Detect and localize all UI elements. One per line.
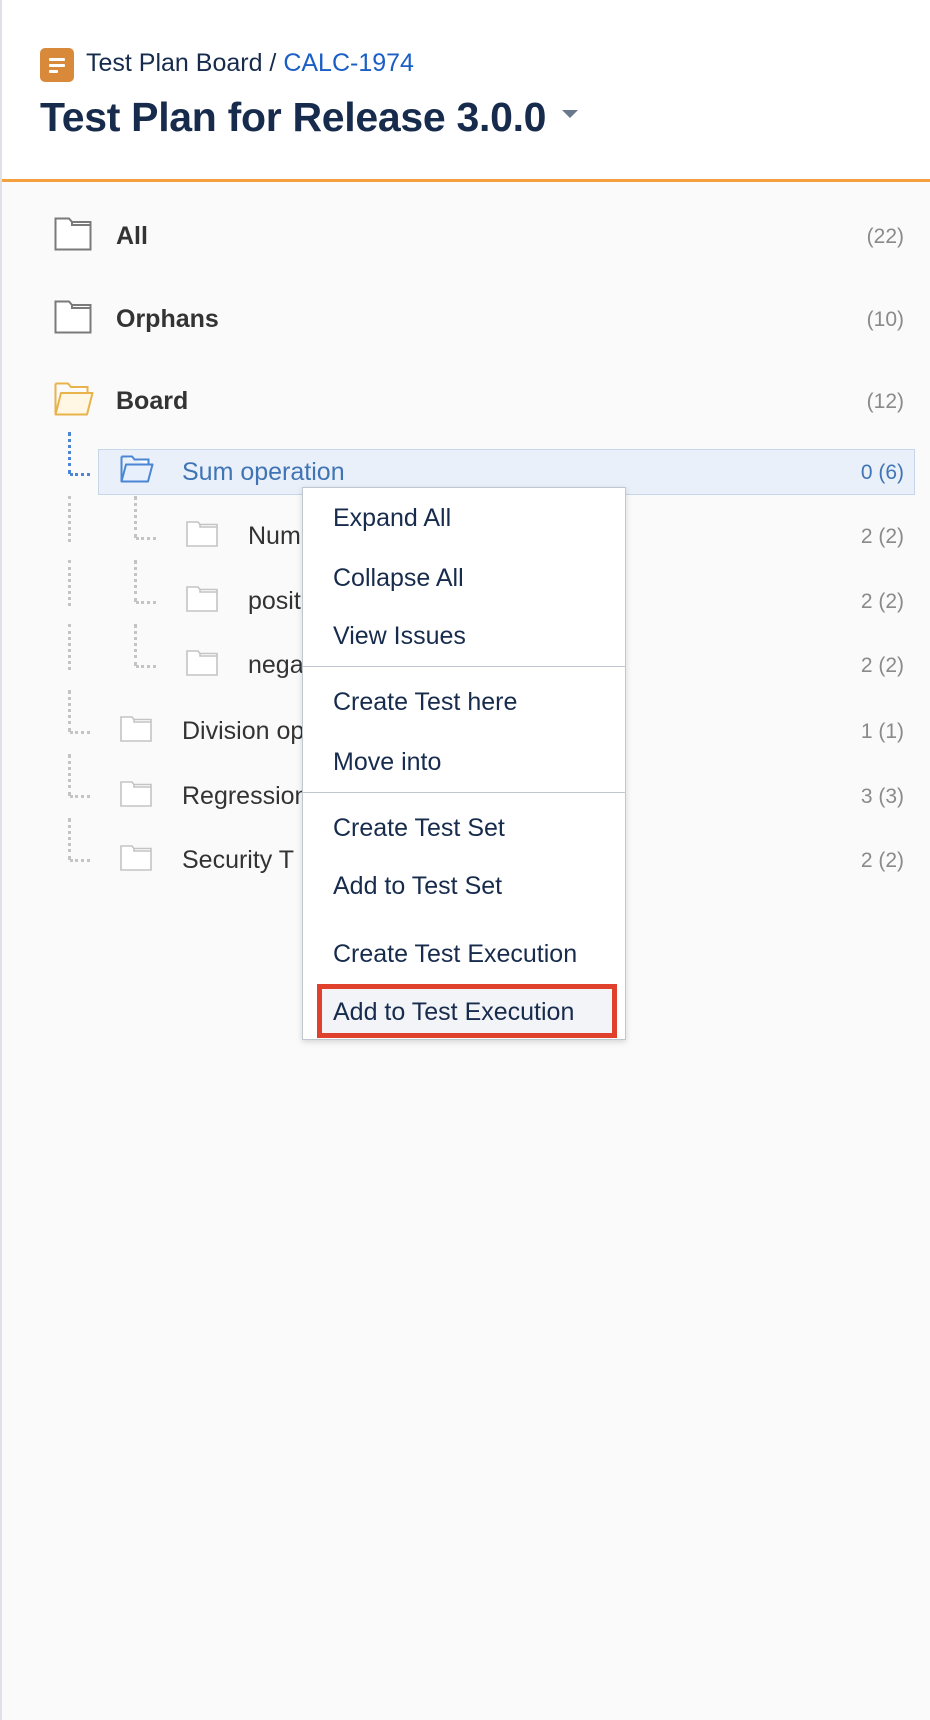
menu-item-add-to-test-set[interactable]: Add to Test Set	[333, 871, 502, 901]
tree-item-count: 3 (3)	[860, 785, 904, 808]
breadcrumb-prefix: Test Plan Board /	[86, 49, 284, 77]
tree-item-count: 2 (2)	[860, 849, 904, 872]
folder-icon	[186, 650, 218, 676]
folder-icon	[120, 716, 152, 742]
breadcrumb-issue-link[interactable]: CALC-1974	[283, 49, 414, 77]
context-menu: Expand All Collapse All View Issues Crea…	[302, 487, 626, 1040]
tree-item-label: posit	[248, 587, 301, 615]
menu-divider	[303, 666, 625, 667]
page-title: Test Plan for Release 3.0.0	[40, 94, 547, 140]
tree-item-count: 0 (6)	[860, 461, 904, 484]
folder-open-icon	[54, 382, 94, 416]
menu-item-move-into[interactable]: Move into	[333, 747, 441, 777]
folder-icon	[186, 586, 218, 612]
menu-item-expand-all[interactable]: Expand All	[333, 503, 451, 533]
tree-item-count: 2 (2)	[860, 590, 904, 613]
menu-divider	[303, 792, 625, 793]
test-plan-icon	[40, 48, 74, 82]
tree-item-count: (10)	[866, 308, 904, 331]
tree-item-all[interactable]: All (22)	[2, 213, 930, 259]
folder-icon	[120, 781, 152, 807]
folder-icon	[186, 521, 218, 547]
menu-item-view-issues[interactable]: View Issues	[333, 621, 466, 651]
tree-item-label: Sum operation	[182, 458, 345, 486]
tree-item-board[interactable]: Board (12)	[2, 378, 930, 424]
menu-item-create-test-execution[interactable]: Create Test Execution	[333, 939, 577, 969]
tree-item-label: Orphans	[116, 305, 219, 333]
tree-item-count: 2 (2)	[860, 525, 904, 548]
menu-item-add-to-test-execution[interactable]: Add to Test Execution	[333, 997, 574, 1027]
menu-item-create-test-set[interactable]: Create Test Set	[333, 813, 505, 843]
tree-item-orphans[interactable]: Orphans (10)	[2, 296, 930, 342]
tree-item-count: (22)	[866, 225, 904, 248]
tree-item-label: nega	[248, 651, 304, 679]
tree-item-label: All	[116, 222, 148, 250]
tree-item-label: Division op	[182, 717, 305, 745]
tree-item-label: Num	[248, 522, 301, 550]
page-header: Test Plan Board / CALC-1974 Test Plan fo…	[2, 0, 930, 182]
menu-item-create-test-here[interactable]: Create Test here	[333, 687, 517, 717]
folder-icon	[54, 217, 92, 251]
tree-item-count: 2 (2)	[860, 654, 904, 677]
tree-item-count: (12)	[866, 390, 904, 413]
folder-open-icon	[120, 455, 154, 483]
tree-item-count: 1 (1)	[860, 720, 904, 743]
caret-down-icon[interactable]	[562, 110, 578, 118]
tree-item-label: Board	[116, 387, 189, 415]
breadcrumb: Test Plan Board / CALC-1974	[86, 47, 414, 79]
folder-icon	[54, 300, 92, 334]
test-plan-page: Test Plan Board / CALC-1974 Test Plan fo…	[0, 0, 930, 1720]
tree-item-label: Regression	[182, 782, 309, 810]
tree-item-label: Security T	[182, 846, 295, 874]
menu-item-collapse-all[interactable]: Collapse All	[333, 563, 464, 593]
folder-icon	[120, 845, 152, 871]
